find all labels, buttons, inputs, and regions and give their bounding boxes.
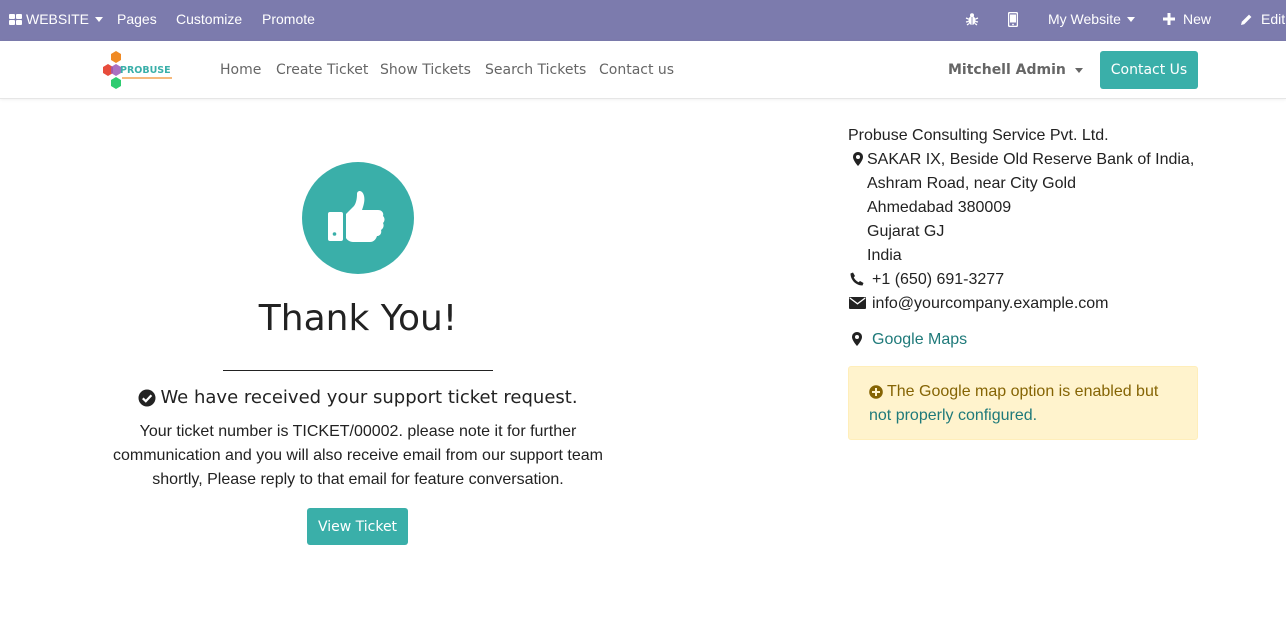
mobile-preview-button[interactable] [1008, 0, 1018, 38]
received-text: We have received your support ticket req… [160, 387, 578, 408]
contact-us-button[interactable]: Contact Us [1100, 51, 1198, 89]
address-line: SAKAR IX, Beside Old Reserve Bank of Ind… [867, 151, 1195, 168]
user-name: Mitchell Admin [948, 62, 1066, 78]
thumbs-up-badge [302, 162, 414, 274]
nav-home[interactable]: Home [220, 62, 261, 78]
mobile-phone-icon [1008, 11, 1018, 27]
divider [223, 370, 493, 371]
plus-circle-icon [869, 385, 883, 399]
chevron-down-icon [1126, 16, 1135, 22]
bug-icon [965, 13, 979, 26]
user-menu[interactable]: Mitchell Admin [948, 62, 1083, 78]
map-marker-icon [852, 332, 862, 346]
company-name: Probuse Consulting Service Pvt. Ltd. [848, 127, 1109, 144]
my-website-label: My Website [1048, 11, 1121, 27]
address-line: Gujarat GJ [867, 223, 945, 240]
message-line: Your ticket number is TICKET/00002. plea… [139, 423, 577, 440]
thank-you-title: Thank You! [258, 298, 458, 339]
debug-bug-button[interactable] [965, 0, 979, 38]
check-circle-icon [138, 389, 156, 406]
address-line: India [867, 247, 902, 264]
view-ticket-button[interactable]: View Ticket [307, 508, 408, 545]
phone-icon [850, 272, 864, 286]
google-maps-link[interactable]: Google Maps [872, 328, 967, 352]
nav-show-tickets[interactable]: Show Tickets [380, 62, 471, 78]
ticket-message: Your ticket number is TICKET/00002. plea… [100, 420, 616, 492]
new-button[interactable]: New [1163, 0, 1211, 38]
apps-grid-icon [9, 13, 22, 25]
map-marker-icon [853, 152, 863, 166]
alert-text: The Google map option is enabled but [887, 383, 1159, 400]
envelope-icon [849, 297, 866, 309]
chevron-down-icon [95, 16, 104, 22]
edit-label: Edit [1261, 11, 1286, 27]
pages-menu[interactable]: Pages [117, 0, 157, 38]
thumbs-up-icon [328, 190, 385, 242]
alert-config-link[interactable]: not properly configured. [869, 404, 1177, 428]
map-config-alert: The Google map option is enabled but not… [848, 366, 1198, 440]
website-menu-button[interactable]: WEBSITE [9, 0, 104, 38]
admin-bar: WEBSITE Pages Customize Promote My Websi… [0, 0, 1286, 41]
plus-icon [1163, 13, 1175, 25]
nav-search-tickets[interactable]: Search Tickets [485, 62, 586, 78]
address-line: Ashram Road, near City Gold [867, 175, 1076, 192]
logo-wordmark: PROBUSE [120, 65, 171, 76]
website-menu-label: WEBSITE [26, 11, 90, 27]
received-confirmation: We have received your support ticket req… [100, 387, 616, 408]
company-logo[interactable]: PROBUSE [100, 49, 180, 91]
pencil-icon [1241, 14, 1252, 25]
my-website-menu[interactable]: My Website [1048, 0, 1135, 38]
promote-menu[interactable]: Promote [262, 0, 315, 38]
site-header: PROBUSE Home Create Ticket Show Tickets … [0, 41, 1286, 99]
address-line: Ahmedabad 380009 [867, 199, 1012, 216]
customize-menu[interactable]: Customize [176, 0, 242, 38]
message-line: communication and you will also receive … [113, 447, 603, 464]
nav-create-ticket[interactable]: Create Ticket [276, 62, 368, 78]
phone-number: +1 (650) 691-3277 [872, 271, 1005, 288]
message-line: shortly, Please reply to that email for … [152, 471, 564, 488]
chevron-down-icon [1074, 67, 1083, 73]
edit-button[interactable]: Edit [1240, 0, 1285, 38]
nav-contact-us[interactable]: Contact us [599, 62, 674, 78]
email-address: info@yourcompany.example.com [872, 295, 1109, 312]
new-label: New [1183, 11, 1212, 27]
